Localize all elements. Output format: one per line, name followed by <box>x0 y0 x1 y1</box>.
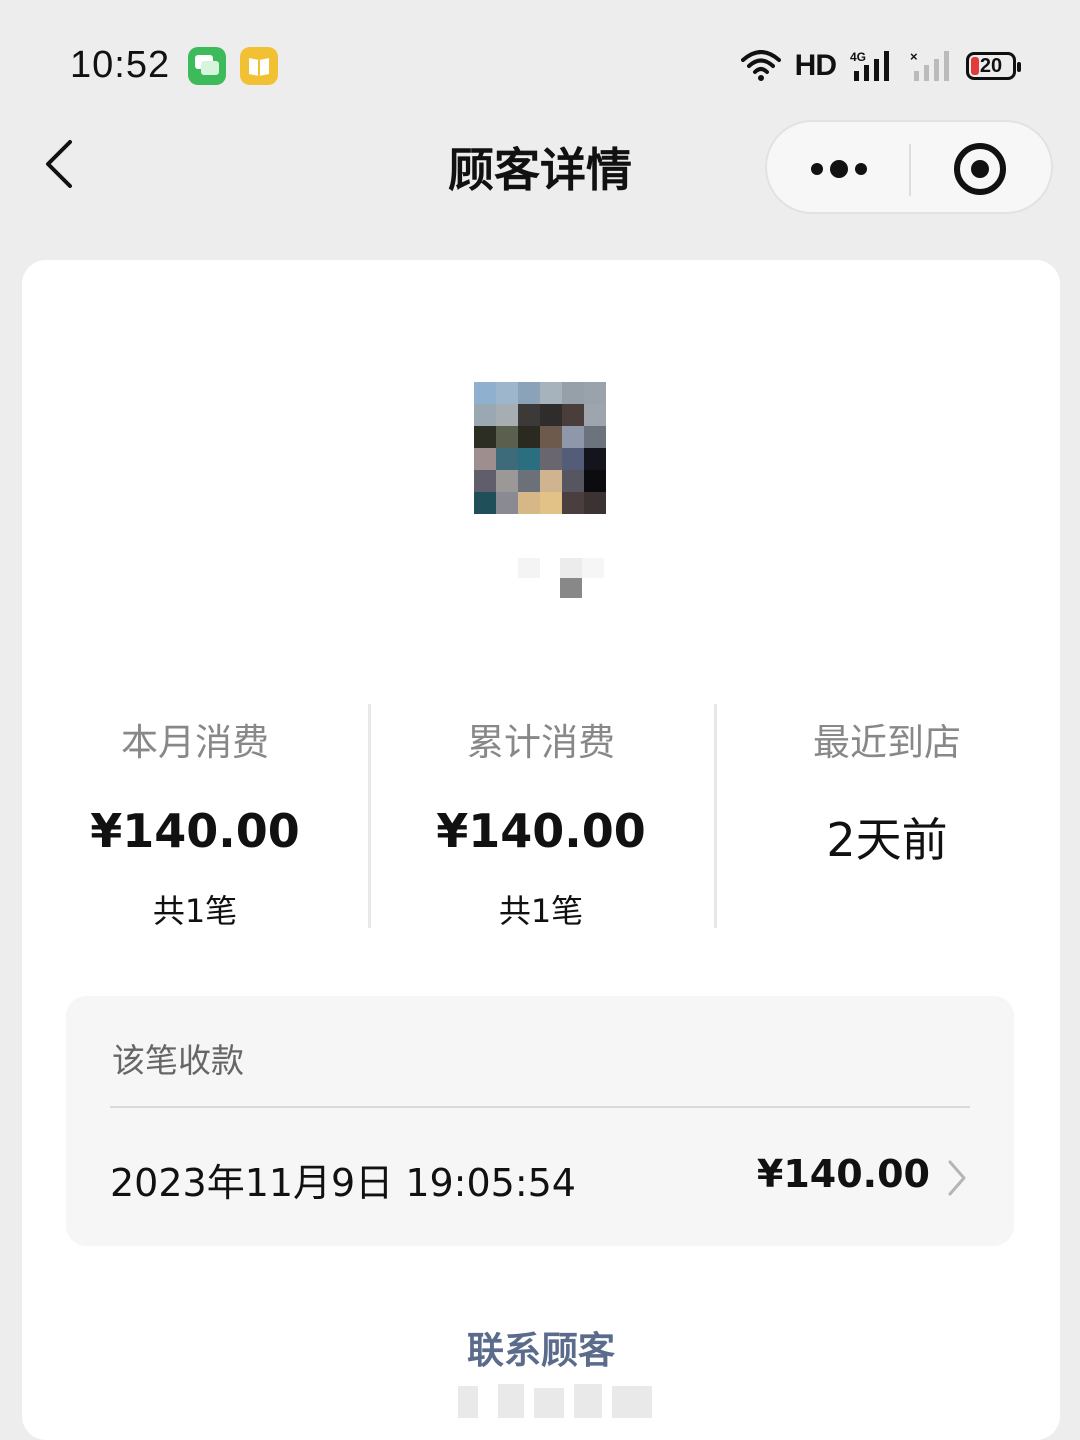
payment-amount: ¥140.00 <box>756 1152 930 1196</box>
wifi-icon <box>740 50 781 81</box>
more-dots-icon <box>811 160 867 178</box>
status-bar: 10:52 HD 4G × 20 <box>0 0 1080 120</box>
payment-row[interactable]: 2023年11月9日 19:05:54 ¥140.00 <box>66 1144 1014 1214</box>
stat-value: ¥140.00 <box>436 804 646 858</box>
payment-divider <box>110 1106 970 1108</box>
stat-label: 最近到店 <box>813 721 961 764</box>
nav-bar: 顾客详情 <box>0 118 1080 218</box>
signal-no-service-icon: × <box>910 49 949 81</box>
payment-datetime: 2023年11月9日 19:05:54 <box>110 1161 576 1205</box>
status-indicators: HD 4G × 20 <box>740 44 1021 88</box>
stat-last-visit: 最近到店 2天前 <box>714 704 1060 928</box>
watermark-blurred <box>458 1380 668 1418</box>
chevron-right-icon <box>948 1160 966 1196</box>
target-icon <box>954 143 1006 195</box>
payment-section: 该笔收款 2023年11月9日 19:05:54 ¥140.00 <box>66 996 1014 1246</box>
close-mini-program-button[interactable] <box>947 138 1013 200</box>
stats-row: 本月消费 ¥140.00 共1笔 累计消费 ¥140.00 共1笔 最近到店 2… <box>22 704 1060 930</box>
svg-text:4G: 4G <box>850 50 866 64</box>
capsule-divider <box>909 144 911 196</box>
payment-section-label: 该笔收款 <box>112 1041 244 1080</box>
avatar <box>474 382 606 514</box>
stat-label: 本月消费 <box>121 721 269 764</box>
stat-value: ¥140.00 <box>90 804 300 858</box>
stat-total-spend: 累计消费 ¥140.00 共1笔 <box>368 704 714 930</box>
battery-level: 20 <box>979 54 1003 77</box>
status-time: 10:52 <box>70 44 171 86</box>
svg-text:×: × <box>910 49 918 64</box>
stat-monthly-spend: 本月消费 ¥140.00 共1笔 <box>22 704 368 930</box>
stat-label: 累计消费 <box>467 721 615 764</box>
customer-card: 本月消费 ¥140.00 共1笔 累计消费 ¥140.00 共1笔 最近到店 2… <box>22 260 1060 1440</box>
messages-app-icon <box>188 47 226 85</box>
stat-count: 共1笔 <box>152 892 238 930</box>
stat-count: 共1笔 <box>498 892 584 930</box>
battery-icon: 20 <box>966 52 1021 80</box>
more-button[interactable] <box>797 142 897 196</box>
signal-4g-icon: 4G <box>850 50 889 81</box>
customer-name-blurred <box>492 556 604 606</box>
stat-value: 2天前 <box>826 813 948 867</box>
hd-indicator: HD <box>794 49 837 82</box>
mini-program-capsule <box>765 120 1053 214</box>
contact-customer-button[interactable]: 联系顾客 <box>22 1320 1060 1374</box>
reader-app-icon <box>240 47 278 85</box>
